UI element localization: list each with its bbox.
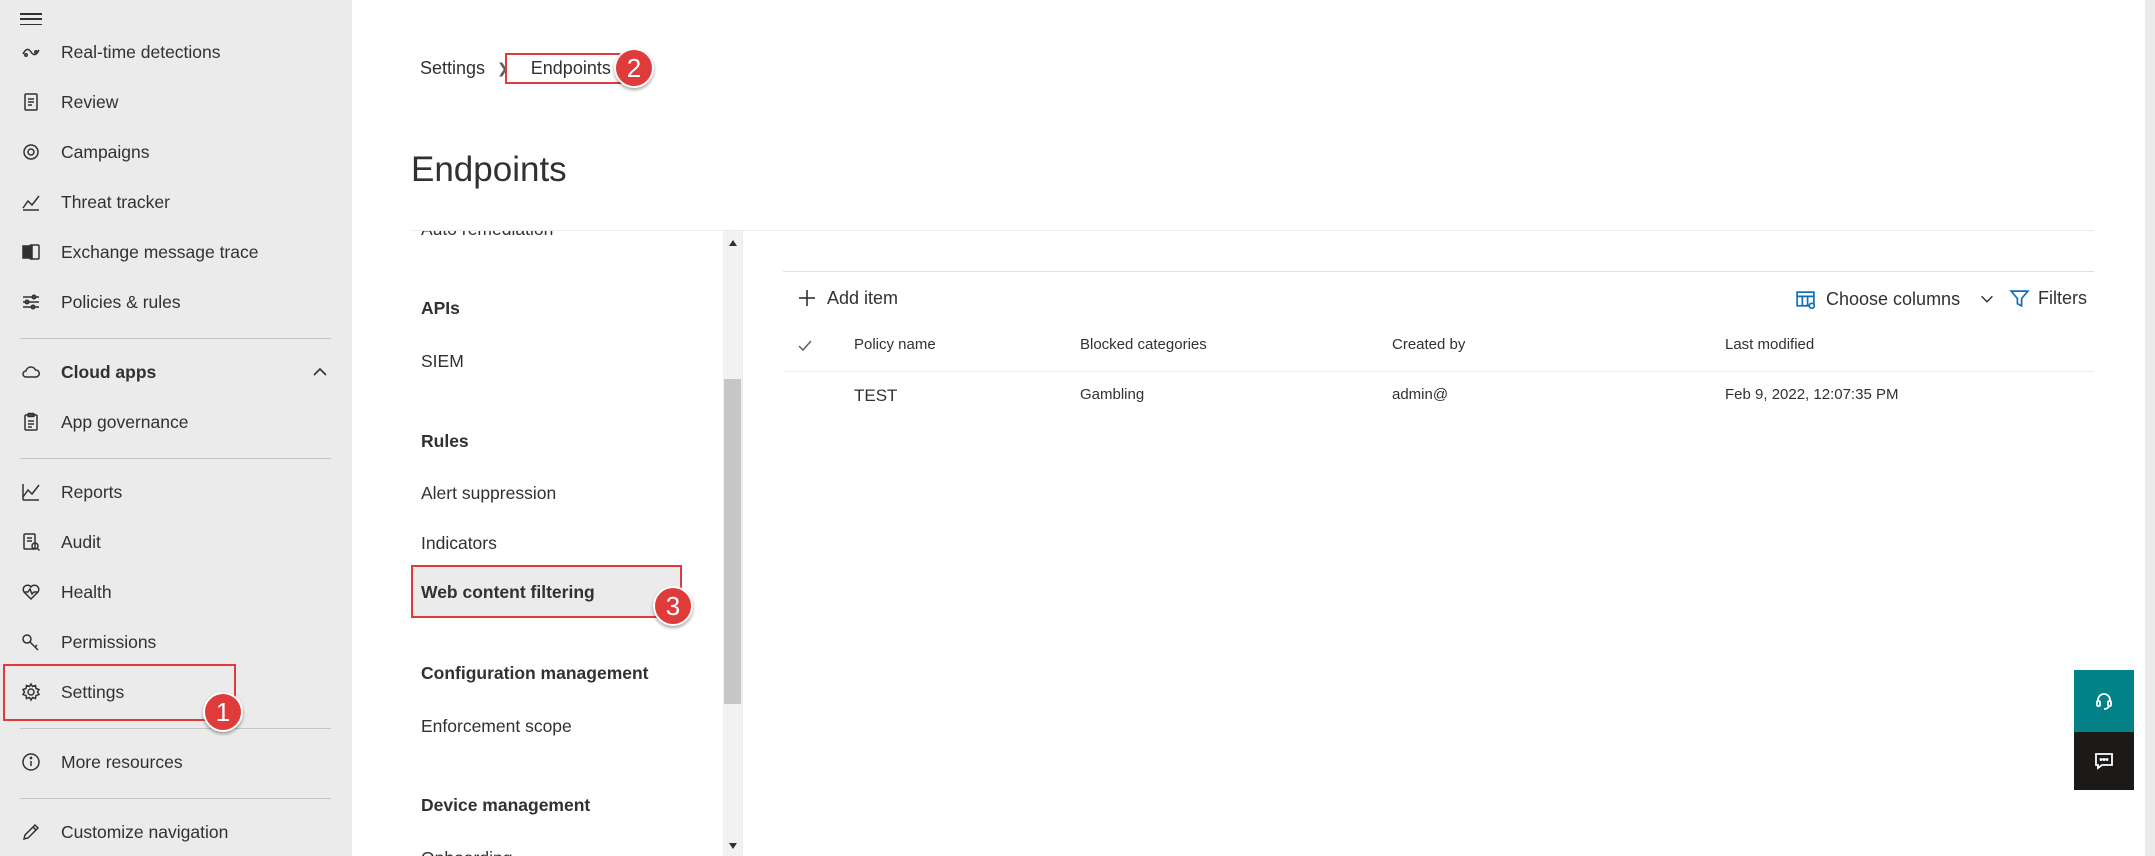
right-edge-bar [2145, 0, 2155, 856]
left-navigation: Real-time detections Review Campaigns Th… [0, 0, 352, 856]
permissions-icon [20, 631, 42, 653]
choose-columns-button[interactable]: Choose columns [1795, 287, 1996, 311]
scroll-up-arrow-icon[interactable] [723, 235, 742, 251]
annotation-box-web-content-filtering [411, 565, 682, 618]
pencil-icon [20, 821, 42, 843]
chevron-up-icon[interactable] [310, 362, 330, 382]
annotation-badge-3: 3 [653, 586, 693, 626]
nav-item-label: App governance [61, 411, 189, 432]
subnav-item-siem[interactable]: SIEM [421, 351, 464, 372]
subnav-heading-device-management: Device management [421, 795, 591, 815]
nav-item-policies-rules[interactable]: Policies & rules [0, 280, 352, 324]
subnav-item-enforcement-scope[interactable]: Enforcement scope [421, 716, 572, 737]
cell-blocked-categories: Gambling [1080, 386, 1145, 403]
info-icon [20, 751, 42, 773]
nav-item-more-resources[interactable]: More resources [0, 740, 352, 784]
toolbar-divider [783, 271, 2094, 272]
nav-item-label: Cloud apps [61, 361, 157, 382]
reports-icon [20, 481, 42, 503]
nav-item-label: Exchange message trace [61, 241, 259, 262]
nav-item-permissions[interactable]: Permissions [0, 620, 352, 664]
add-item-label: Add item [827, 287, 899, 308]
nav-item-label: Policies & rules [61, 291, 181, 312]
cell-last-modified: Feb 9, 2022, 12:07:35 PM [1725, 386, 1899, 403]
nav-item-health[interactable]: Health [0, 570, 352, 614]
nav-item-threat-tracker[interactable]: Threat tracker [0, 180, 352, 224]
app-governance-icon [20, 411, 42, 433]
feedback-button[interactable] [2074, 732, 2134, 790]
nav-item-label: Reports [61, 481, 123, 502]
table-header-divider [783, 371, 2094, 372]
subnav-heading-rules: Rules [421, 431, 469, 451]
chat-icon [2095, 753, 2113, 770]
scroll-down-arrow-icon[interactable] [723, 838, 742, 854]
health-icon [20, 581, 42, 603]
filters-button[interactable]: Filters [2009, 286, 2087, 310]
plus-icon [799, 290, 815, 306]
subnav-heading-configuration-management: Configuration management [421, 663, 649, 683]
page-title: Endpoints [411, 150, 567, 189]
column-header-created-by[interactable]: Created by [1392, 336, 1465, 353]
annotation-box-endpoints [505, 53, 623, 84]
nav-item-label: Real-time detections [61, 41, 221, 62]
annotation-badge-1: 1 [203, 692, 243, 732]
panel-divider [742, 231, 743, 856]
subnav-item-onboarding[interactable]: Onboarding [421, 848, 512, 856]
subnav-item-alert-suppression[interactable]: Alert suppression [421, 483, 556, 504]
review-icon [20, 91, 42, 113]
realtime-detections-icon [20, 41, 42, 63]
nav-divider [20, 728, 331, 729]
annotation-box-settings [3, 664, 236, 721]
subnav-scrollbar[interactable] [723, 231, 742, 856]
nav-divider [20, 798, 331, 799]
column-header-policy-name[interactable]: Policy name [854, 336, 936, 353]
headset-help-icon [2096, 693, 2112, 710]
nav-item-label: Threat tracker [61, 191, 170, 212]
nav-item-label: Permissions [61, 631, 157, 652]
nav-item-cloud-apps[interactable]: Cloud apps [0, 350, 352, 394]
exchange-icon [20, 241, 42, 263]
nav-item-label: Review [61, 91, 119, 112]
cell-created-by: admin@ [1392, 386, 1449, 403]
nav-item-app-governance[interactable]: App governance [0, 400, 352, 444]
select-all-checkmark-icon[interactable] [796, 337, 814, 355]
subnav-item-auto-remediation[interactable]: Auto remediation [421, 231, 553, 240]
filter-icon [2009, 289, 2030, 307]
columns-icon [1796, 290, 1816, 309]
audit-icon [20, 531, 42, 553]
cloud-icon [20, 361, 42, 383]
nav-item-campaigns[interactable]: Campaigns [0, 130, 352, 174]
scrollbar-thumb[interactable] [724, 379, 741, 704]
settings-subnav: Auto remediation APIs SIEM Rules Alert s… [411, 231, 741, 856]
annotation-badge-2: 2 [614, 48, 654, 88]
threat-tracker-icon [20, 191, 42, 213]
column-header-blocked-categories[interactable]: Blocked categories [1080, 336, 1207, 353]
nav-item-exchange-message-trace[interactable]: Exchange message trace [0, 230, 352, 274]
policies-icon [20, 291, 42, 313]
hamburger-menu-icon[interactable] [20, 10, 42, 28]
column-header-last-modified[interactable]: Last modified [1725, 336, 1814, 353]
nav-divider [20, 458, 331, 459]
subnav-item-indicators[interactable]: Indicators [421, 533, 497, 554]
campaigns-icon [20, 141, 42, 163]
nav-item-customize-navigation[interactable]: Customize navigation [0, 810, 352, 854]
subnav-heading-apis: APIs [421, 298, 460, 318]
nav-item-label: Health [61, 581, 112, 602]
filters-label: Filters [2038, 287, 2087, 308]
nav-item-label: Campaigns [61, 141, 150, 162]
nav-divider [20, 338, 331, 339]
chevron-down-icon[interactable] [1978, 290, 1996, 308]
nav-item-audit[interactable]: Audit [0, 520, 352, 564]
nav-item-label: More resources [61, 751, 183, 772]
nav-item-label: Customize navigation [61, 821, 229, 842]
help-button[interactable] [2074, 670, 2134, 732]
choose-columns-label: Choose columns [1826, 288, 1961, 309]
nav-item-review[interactable]: Review [0, 80, 352, 124]
nav-item-realtime-detections[interactable]: Real-time detections [0, 30, 352, 74]
cell-policy-name[interactable]: TEST [854, 386, 897, 406]
add-item-button[interactable]: Add item [797, 286, 898, 310]
nav-item-reports[interactable]: Reports [0, 470, 352, 514]
nav-item-label: Audit [61, 531, 101, 552]
breadcrumb-settings[interactable]: Settings [420, 58, 485, 79]
